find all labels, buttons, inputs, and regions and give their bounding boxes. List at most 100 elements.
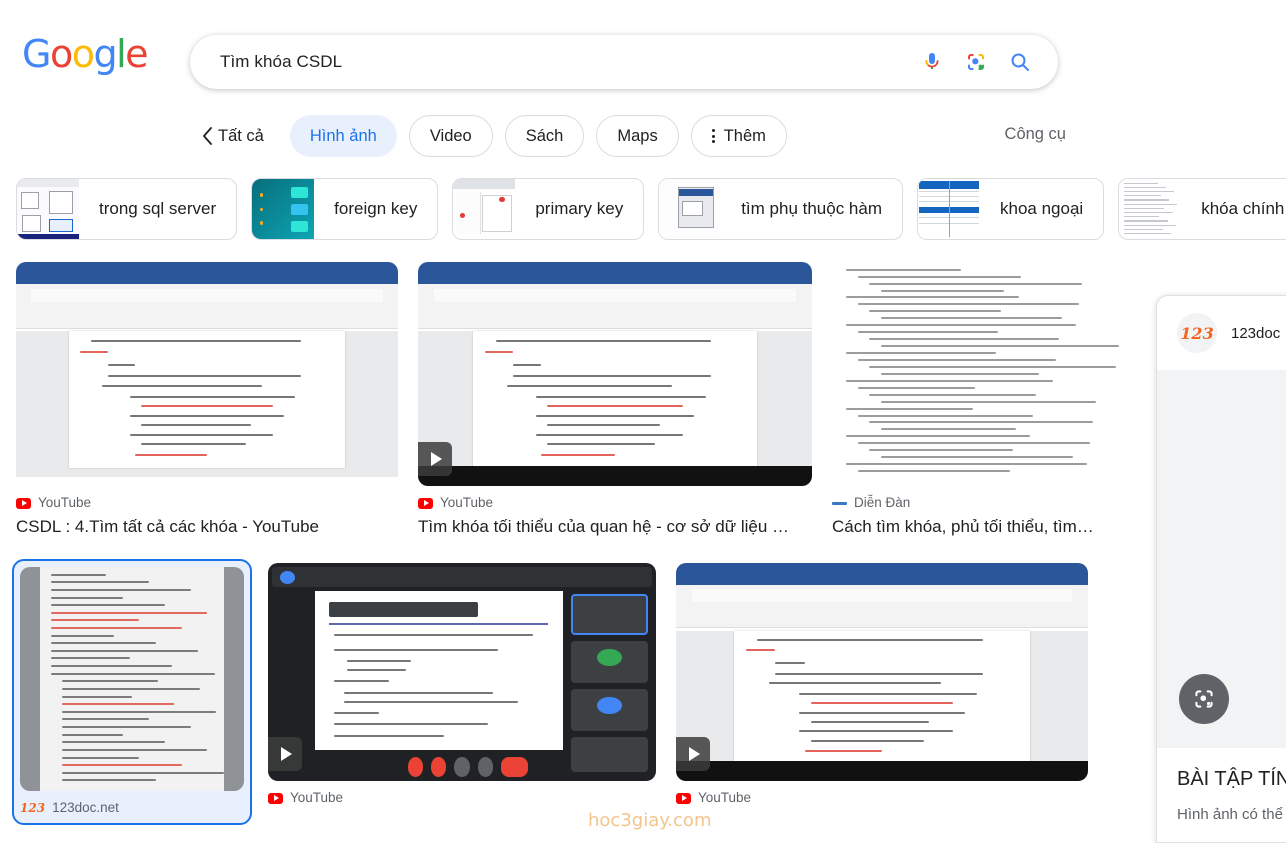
related-search-chip[interactable]: tìm phụ thuộc hàm (658, 178, 904, 240)
related-search-chip[interactable]: khoa ngoại (917, 178, 1105, 240)
chip-thumbnail (252, 179, 315, 239)
result-meta: YouTube (676, 781, 1088, 807)
123doc-icon: 123 (1177, 313, 1217, 353)
search-nav-tabs: Tất cả Hình ảnh Video Sách Maps Thêm Công cụ (0, 108, 1286, 164)
chip-thumbnail-art (453, 179, 516, 239)
chip-label: khoa ngoại (1000, 199, 1084, 218)
tab-thêm[interactable]: Thêm (690, 115, 787, 157)
microphone-icon[interactable] (910, 40, 954, 84)
123doc-icon: 123 (20, 801, 46, 815)
tab-label: Video (429, 126, 472, 145)
result-source[interactable]: YouTube (16, 494, 398, 512)
result-thumbnail[interactable] (832, 262, 1119, 486)
chip-thumbnail-art (17, 179, 79, 239)
result-thumbnail-art (832, 262, 1119, 486)
result-source[interactable]: Diễn Đàn (832, 494, 1119, 512)
result-meta: YouTube CSDL : 4.Tìm tất cả các khóa - Yo… (16, 486, 398, 539)
chevron-left-icon[interactable] (200, 124, 216, 148)
chip-thumbnail (659, 179, 722, 239)
logo-letter-5: e (125, 32, 148, 76)
tab-label: Sách (525, 126, 564, 145)
preview-source-name[interactable]: 123doc (1231, 325, 1280, 342)
image-result-card[interactable]: YouTube (672, 559, 1092, 825)
image-result-card[interactable]: YouTube CSDL : 4.Tìm tất cả các khóa - Yo… (12, 258, 402, 543)
result-meta: 123 123doc.net (20, 791, 244, 817)
result-thumbnail-art (16, 262, 398, 486)
search-bar[interactable] (190, 35, 1058, 89)
result-source-name: YouTube (698, 790, 752, 805)
preview-title: BÀI TẬP TÍNH (1177, 768, 1286, 790)
youtube-icon (16, 497, 31, 509)
tools-button[interactable]: Công cụ (1005, 125, 1066, 144)
image-preview-panel[interactable]: 123 123doc BÀI TẬP TÍNH Hình ảnh có thể (1156, 295, 1286, 843)
tab-hình-ảnh[interactable]: Hình ảnh (289, 115, 397, 157)
youtube-icon (268, 792, 283, 804)
result-thumbnail[interactable] (20, 567, 244, 791)
result-source[interactable]: YouTube (418, 494, 812, 512)
youtube-icon (676, 792, 691, 804)
result-thumbnail-art (418, 262, 812, 486)
image-result-card[interactable]: Diễn Đàn Cách tìm khóa, phủ tối thiểu, tì… (828, 258, 1123, 543)
result-meta: YouTube (268, 781, 656, 807)
chip-thumbnail (1119, 179, 1182, 239)
result-source-name: YouTube (440, 495, 494, 510)
related-search-chip[interactable]: trong sql server (16, 178, 238, 240)
results-area: YouTube CSDL : 4.Tìm tất cả các khóa - Yo… (0, 248, 1286, 825)
related-search-chip[interactable]: khóa chính (1118, 178, 1286, 240)
result-thumbnail[interactable] (16, 262, 398, 486)
chip-label: khóa chính (1201, 199, 1285, 218)
logo-letter-4: l (116, 32, 127, 76)
google-lens-icon[interactable] (954, 40, 998, 84)
result-thumbnail-art (676, 563, 1088, 781)
chip-thumbnail (17, 179, 79, 239)
result-thumbnail[interactable] (676, 563, 1088, 781)
results-row-2: 123 123doc.net YouTube YouTube (12, 559, 1146, 825)
result-source[interactable]: YouTube (268, 789, 656, 807)
result-thumbnail[interactable] (268, 563, 656, 781)
play-icon[interactable] (418, 442, 452, 476)
search-input[interactable] (218, 51, 910, 73)
image-result-card[interactable]: 123 123doc.net (12, 559, 252, 825)
result-title[interactable]: CSDL : 4.Tìm tất cả các khóa - YouTube (16, 515, 398, 539)
chip-label: trong sql server (99, 199, 217, 218)
preview-image[interactable] (1157, 370, 1286, 748)
result-thumbnail[interactable] (418, 262, 812, 486)
chip-thumbnail-art (659, 179, 722, 239)
play-icon[interactable] (268, 737, 302, 771)
result-source-name: YouTube (38, 495, 92, 510)
chip-label: tìm phụ thuộc hàm (741, 199, 883, 218)
forum-icon (832, 501, 847, 505)
chip-label: primary key (535, 199, 624, 218)
tab-video[interactable]: Video (408, 115, 493, 157)
related-searches-row[interactable]: trong sql server foreign key primary key… (0, 164, 1286, 248)
tab-sách[interactable]: Sách (504, 115, 585, 157)
result-source-name: YouTube (290, 790, 344, 805)
logo-letter-3: g (93, 32, 117, 76)
preview-panel-header: 123 123doc (1157, 296, 1286, 370)
play-icon[interactable] (676, 737, 710, 771)
chip-thumbnail (918, 179, 981, 239)
related-search-chip[interactable]: foreign key (251, 178, 439, 240)
tab-label: Thêm (723, 126, 766, 145)
google-logo[interactable]: Google (22, 32, 149, 76)
image-result-card[interactable]: YouTube (264, 559, 660, 825)
search-icon[interactable] (998, 40, 1042, 84)
result-title[interactable]: Cách tìm khóa, phủ tối thiểu, tìm… (832, 515, 1119, 539)
result-title[interactable]: Tìm khóa tối thiểu của quan hệ - cơ sở d… (418, 515, 812, 539)
image-result-card[interactable]: YouTube Tìm khóa tối thiểu của quan hệ - … (414, 258, 816, 543)
google-lens-icon[interactable] (1179, 674, 1229, 724)
result-source[interactable]: 123 123doc.net (20, 799, 244, 817)
chip-thumbnail-art (918, 179, 981, 239)
related-search-chip[interactable]: primary key (452, 178, 645, 240)
result-thumbnail-art (268, 563, 656, 781)
tab-label: Tất cả (218, 126, 264, 145)
result-source[interactable]: YouTube (676, 789, 1088, 807)
chip-label: foreign key (334, 199, 418, 218)
chip-thumbnail-art (252, 179, 315, 239)
tab-maps[interactable]: Maps (596, 115, 679, 157)
kebab-icon (711, 129, 715, 143)
result-source-name: Diễn Đàn (854, 495, 911, 510)
result-meta: Diễn Đàn Cách tìm khóa, phủ tối thiểu, tì… (832, 486, 1119, 539)
logo-letter-2: o (71, 32, 95, 76)
image-results-grid: YouTube CSDL : 4.Tìm tất cả các khóa - Yo… (0, 258, 1146, 825)
